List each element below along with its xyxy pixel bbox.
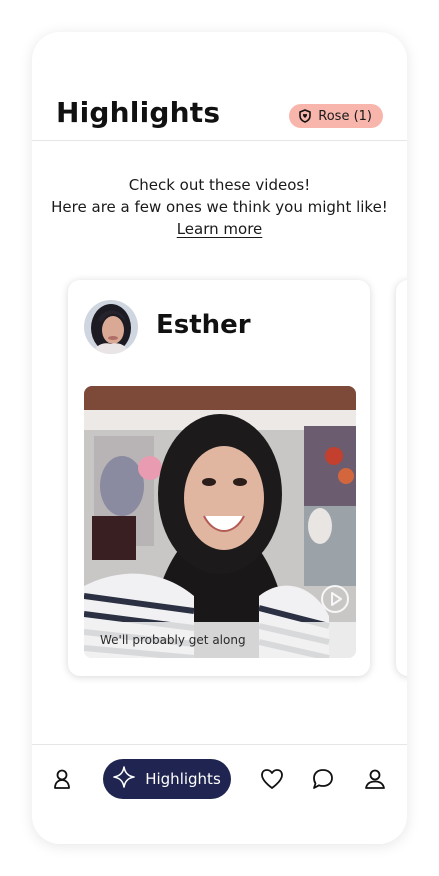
rose-shield-icon xyxy=(298,109,312,123)
profile-card[interactable]: Esther We'll probably get along xyxy=(68,280,370,676)
heart-icon xyxy=(260,768,284,794)
intro-text: Check out these videos! Here are a few o… xyxy=(32,174,407,240)
nav-profile[interactable] xyxy=(361,765,389,797)
video-caption: We'll probably get along xyxy=(84,622,356,658)
chat-bubble-icon xyxy=(311,768,335,794)
person-outline-icon xyxy=(51,768,73,794)
video-thumbnail[interactable]: We'll probably get along xyxy=(84,386,356,658)
phone-frame: Highlights Rose (1) Check out these vide… xyxy=(32,32,407,844)
nav-highlights[interactable]: Highlights xyxy=(103,759,231,799)
nav-likes[interactable] xyxy=(258,765,286,797)
rose-badge[interactable]: Rose (1) xyxy=(289,104,383,128)
user-icon xyxy=(363,767,387,795)
header: Highlights Rose (1) xyxy=(32,32,407,141)
nav-highlights-label: Highlights xyxy=(145,770,221,788)
nav-discover[interactable] xyxy=(48,765,76,797)
page-title: Highlights xyxy=(56,96,221,129)
bottom-nav: Highlights xyxy=(32,744,407,844)
play-circle-icon[interactable] xyxy=(320,584,350,614)
video-still xyxy=(84,386,356,658)
nav-messages[interactable] xyxy=(309,765,337,797)
intro-line-2: Here are a few ones we think you might l… xyxy=(51,198,388,216)
avatar[interactable] xyxy=(84,300,138,354)
card-name: Esther xyxy=(156,310,251,340)
intro-line-1: Check out these videos! xyxy=(128,176,311,194)
rose-badge-label: Rose (1) xyxy=(318,108,372,124)
next-profile-card[interactable] xyxy=(396,280,407,676)
learn-more-link[interactable]: Learn more xyxy=(177,218,263,240)
sparkle-icon xyxy=(113,766,136,792)
